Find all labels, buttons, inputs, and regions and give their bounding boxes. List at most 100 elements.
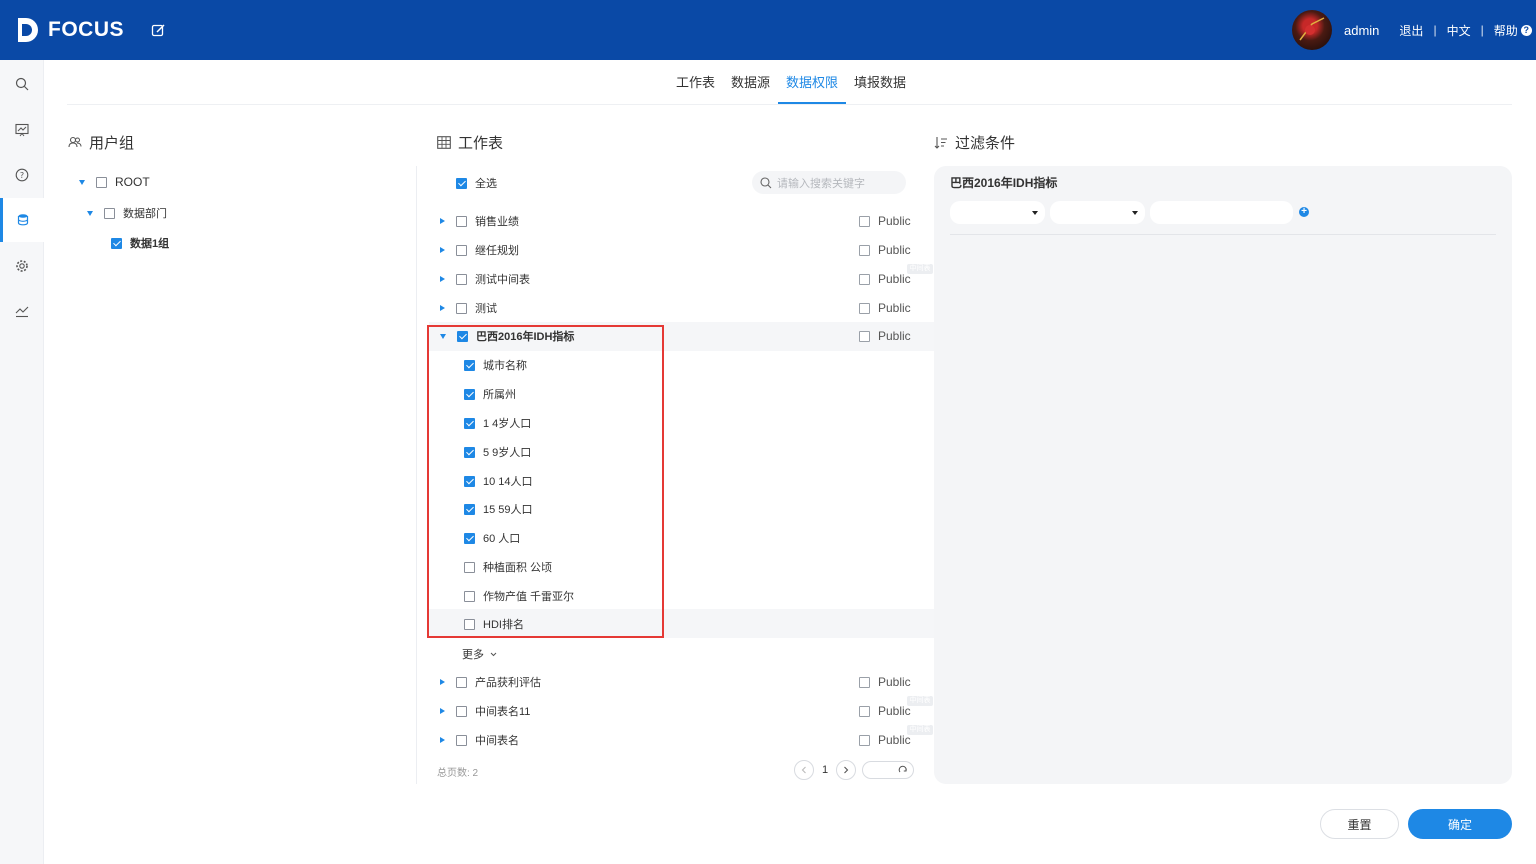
sheet-label: 销售业绩 (475, 216, 519, 228)
expand-toggle-icon[interactable] (440, 708, 445, 714)
expand-toggle-icon[interactable] (440, 276, 445, 282)
tab-worksheet[interactable]: 工作表 (668, 64, 723, 104)
public-label: Public (878, 301, 911, 315)
public-checkbox[interactable] (859, 705, 870, 717)
filter-header: 过滤条件 (934, 132, 1015, 152)
search-input[interactable]: 请输入搜索关键字 (752, 171, 906, 194)
group-checkbox[interactable] (111, 237, 122, 249)
highlight-box (427, 325, 664, 638)
sheet-row[interactable]: 测试中间表 (440, 269, 530, 289)
sidebar: ? (0, 60, 44, 864)
sheet-checkbox[interactable] (456, 705, 467, 717)
svg-text:?: ? (20, 171, 24, 180)
reset-button[interactable]: 重置 (1320, 809, 1399, 839)
sheet-checkbox[interactable] (456, 244, 467, 256)
next-page-button[interactable] (836, 760, 857, 780)
public-checkbox[interactable] (859, 676, 870, 688)
expand-toggle-icon[interactable] (440, 218, 445, 224)
expand-toggle-icon[interactable] (440, 679, 445, 685)
sheet-checkbox[interactable] (456, 273, 467, 285)
sheet-row[interactable]: 中间表名 (440, 730, 519, 750)
focus-logo-icon (16, 16, 40, 44)
language-switch[interactable]: 中文 (1447, 22, 1471, 39)
expand-toggle-icon[interactable] (79, 179, 85, 185)
add-condition-icon[interactable]: + (1299, 207, 1309, 217)
usergroup-header: 用户组 (68, 132, 134, 152)
sheet-row[interactable]: 中间表名11 (440, 701, 530, 721)
public-toggle[interactable]: Public (859, 240, 911, 260)
public-label: Public (878, 329, 911, 343)
sidebar-data[interactable] (0, 198, 44, 242)
tree-node-dept[interactable]: 数据部门 (87, 203, 167, 223)
sheet-row[interactable]: 销售业绩 (440, 211, 519, 231)
operator-select[interactable] (1050, 201, 1145, 224)
table-icon (437, 135, 451, 149)
public-checkbox[interactable] (859, 273, 870, 285)
worksheet-title: 工作表 (458, 134, 504, 152)
sheet-checkbox[interactable] (456, 215, 467, 227)
logout-link[interactable]: 退出 (1399, 22, 1423, 39)
tree-node-group[interactable]: 数据1组 (111, 233, 169, 253)
tab-fill-data[interactable]: 填报数据 (846, 64, 914, 104)
select-all[interactable]: 全选 (456, 173, 497, 193)
trend-icon (15, 306, 29, 318)
sheet-checkbox[interactable] (456, 676, 467, 688)
sheet-checkbox[interactable] (456, 302, 467, 314)
public-label: Public (878, 733, 911, 747)
sheet-row[interactable]: 测试 (440, 298, 497, 318)
sheet-row[interactable]: 继任规划 (440, 240, 519, 260)
username[interactable]: admin (1344, 23, 1379, 38)
expand-toggle-icon[interactable] (440, 305, 445, 311)
public-toggle[interactable]: Public (859, 701, 911, 721)
divider: | (1480, 23, 1484, 37)
public-label: Public (878, 675, 911, 689)
field-select[interactable] (950, 201, 1045, 224)
public-checkbox[interactable] (859, 302, 870, 314)
avatar[interactable] (1292, 10, 1332, 50)
more-button[interactable]: 更多 (462, 646, 497, 662)
public-toggle[interactable]: Public (859, 298, 911, 318)
help-link[interactable]: 帮助 (1494, 22, 1518, 39)
help-icon[interactable]: ? (1520, 24, 1532, 36)
tree-label: ROOT (115, 175, 150, 189)
prev-page-button[interactable] (794, 760, 814, 780)
filter-divider (950, 234, 1496, 235)
sidebar-dashboard[interactable] (0, 108, 44, 152)
edit-icon[interactable] (151, 23, 166, 38)
logo-text: FOCUS (48, 18, 124, 41)
public-toggle[interactable]: Public (859, 672, 911, 692)
expand-toggle-icon[interactable] (87, 210, 93, 216)
public-checkbox[interactable] (859, 330, 870, 342)
sidebar-settings[interactable] (0, 244, 44, 288)
public-toggle[interactable]: Public (859, 211, 911, 231)
dept-checkbox[interactable] (104, 207, 115, 219)
current-page[interactable]: 1 (822, 764, 828, 776)
public-checkbox[interactable] (859, 215, 870, 227)
chevron-right-icon (844, 766, 849, 774)
select-all-checkbox[interactable] (456, 177, 467, 189)
public-checkbox[interactable] (859, 244, 870, 256)
gear-icon (16, 260, 28, 272)
panel-divider (416, 166, 417, 784)
expand-toggle-icon[interactable] (440, 247, 445, 253)
tab-data-permission[interactable]: 数据权限 (778, 64, 847, 104)
page-jump-input[interactable] (862, 761, 914, 779)
sidebar-help[interactable]: ? (0, 153, 44, 197)
tree-node-root[interactable]: ROOT (79, 172, 150, 192)
sidebar-monitor[interactable] (0, 289, 44, 333)
filter-value-input[interactable] (1150, 201, 1293, 224)
root-checkbox[interactable] (96, 176, 107, 188)
confirm-button[interactable]: 确定 (1408, 809, 1512, 839)
public-toggle[interactable]: Public (859, 269, 911, 289)
public-toggle[interactable]: Public (859, 730, 911, 750)
public-checkbox[interactable] (859, 734, 870, 746)
tab-datasource[interactable]: 数据源 (723, 64, 778, 104)
sheet-checkbox[interactable] (456, 734, 467, 746)
sheet-row[interactable]: 产品获利评估 (440, 672, 541, 692)
caret-down-icon (1032, 211, 1038, 215)
public-toggle[interactable]: Public (859, 326, 911, 346)
public-label: Public (878, 704, 911, 718)
expand-toggle-icon[interactable] (440, 737, 445, 743)
logo[interactable]: FOCUS (16, 16, 124, 44)
sidebar-search[interactable] (0, 62, 44, 106)
